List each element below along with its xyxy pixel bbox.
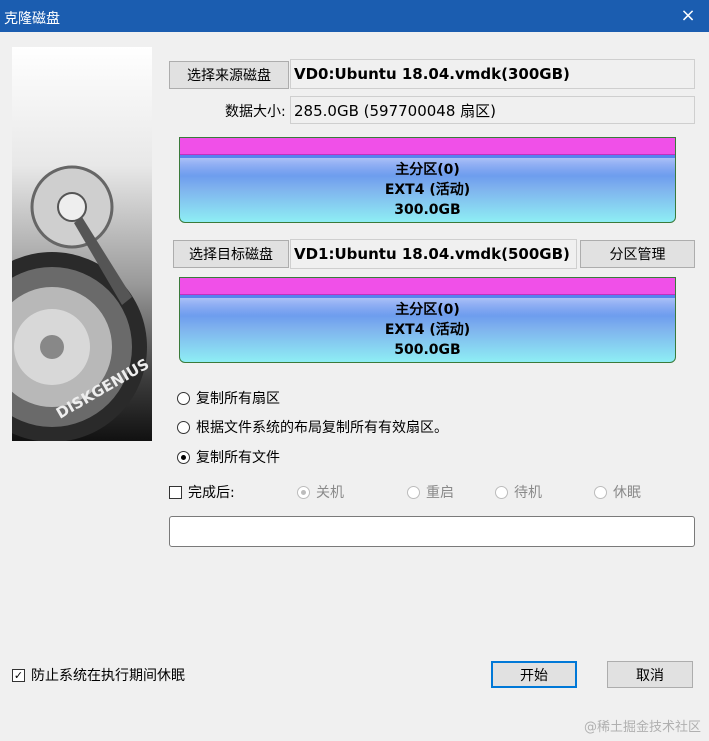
source-disk-field: VD0:Ubuntu 18.04.vmdk(300GB) xyxy=(290,59,695,89)
after-option-standby[interactable]: 待机 xyxy=(495,482,542,502)
data-size-label: 数据大小: xyxy=(225,104,286,120)
source-partition-fs: EXT4 (活动) xyxy=(384,182,471,198)
radio-icon[interactable] xyxy=(177,450,190,464)
target-partition-name: 主分区(0) xyxy=(395,302,460,318)
partition-manage-button[interactable]: 分区管理 xyxy=(580,240,695,268)
hard-disk-icon: DISKGENIUS xyxy=(12,165,152,441)
source-partition-size: 300.0GB xyxy=(394,202,461,218)
radio-icon[interactable] xyxy=(407,485,420,499)
select-target-disk-button[interactable]: 选择目标磁盘 xyxy=(173,240,289,268)
target-disk-field: VD1:Ubuntu 18.04.vmdk(500GB) xyxy=(290,239,577,269)
checkbox-icon[interactable] xyxy=(169,485,182,499)
after-option-restart[interactable]: 重启 xyxy=(407,482,454,502)
diskgenius-artwork: DISKGENIUS xyxy=(12,47,152,441)
data-size-value: 285.0GB (597700048 扇区) xyxy=(290,96,695,124)
start-button[interactable]: 开始 xyxy=(491,661,577,688)
radio-icon[interactable] xyxy=(177,391,190,405)
progress-textbox[interactable] xyxy=(169,516,695,547)
select-source-disk-button[interactable]: 选择来源磁盘 xyxy=(169,61,289,89)
target-disk-map[interactable]: 主分区(0) EXT4 (活动) 500.0GB xyxy=(179,277,676,363)
title-bar: 克隆磁盘 × xyxy=(0,0,709,32)
window-title: 克隆磁盘 xyxy=(4,11,60,27)
radio-icon[interactable] xyxy=(297,485,310,499)
watermark: @稀土掘金技术社区 xyxy=(583,720,701,735)
radio-icon[interactable] xyxy=(594,485,607,499)
radio-icon[interactable] xyxy=(177,420,190,434)
after-complete-checkbox[interactable]: 完成后: xyxy=(169,482,235,502)
prevent-sleep-checkbox[interactable]: ✓ 防止系统在执行期间休眠 xyxy=(12,665,185,685)
target-partition-size: 500.0GB xyxy=(394,342,461,358)
close-icon[interactable]: × xyxy=(677,5,699,26)
after-option-hibernate[interactable]: 休眠 xyxy=(594,482,641,502)
source-partition-name: 主分区(0) xyxy=(395,162,460,178)
after-option-shutdown[interactable]: 关机 xyxy=(297,482,344,502)
checkbox-checked-icon[interactable]: ✓ xyxy=(12,668,25,682)
source-disk-map: 主分区(0) EXT4 (活动) 300.0GB xyxy=(179,137,676,223)
mode-copy-all-sectors[interactable]: 复制所有扇区 xyxy=(177,388,280,408)
mode-copy-all-files[interactable]: 复制所有文件 xyxy=(177,447,280,467)
mode-copy-valid-sectors[interactable]: 根据文件系统的布局复制所有有效扇区。 xyxy=(177,417,448,437)
target-partition-fs: EXT4 (活动) xyxy=(384,322,471,338)
cancel-button[interactable]: 取消 xyxy=(607,661,693,688)
radio-icon[interactable] xyxy=(495,485,508,499)
